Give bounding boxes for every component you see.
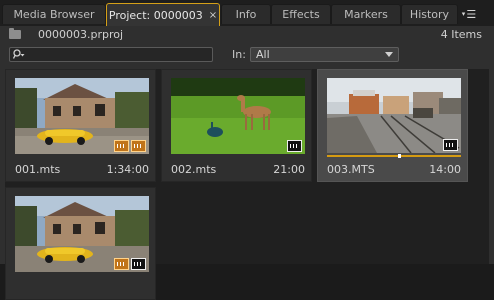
tab-media-browser[interactable]: Media Browser — [2, 4, 106, 24]
clip-duration: 14:00 — [429, 163, 461, 176]
search-input[interactable] — [9, 47, 213, 62]
tab-history[interactable]: History — [401, 4, 458, 24]
project-header: 0000003.prproj 4 Items — [0, 26, 494, 44]
tab-project[interactable]: Project: 0000003 × — [106, 3, 220, 26]
playhead-progress[interactable] — [327, 154, 461, 158]
clip-name: 003.MTS — [327, 163, 375, 176]
in-select-value: All — [256, 48, 270, 61]
clip-thumbnail — [327, 78, 461, 153]
in-filter-select[interactable]: All — [250, 47, 399, 62]
tab-label: History — [409, 8, 450, 21]
tab-markers[interactable]: Markers — [331, 4, 401, 24]
item-count: 4 Items — [440, 28, 482, 41]
clip-grid: 001.mts 1:34:00 002.mts 21:00 003.MTS 14… — [5, 69, 489, 300]
playhead-handle[interactable] — [398, 154, 401, 158]
audio-icon — [443, 139, 458, 151]
video-audio-icon — [114, 258, 129, 270]
chevron-down-icon — [385, 52, 393, 57]
clip-thumbnail — [15, 78, 149, 154]
tab-label: Effects — [282, 8, 320, 21]
audio-icon — [287, 140, 302, 152]
project-panel: 0000003.prproj 4 Items In: All 001.mts 1… — [0, 26, 494, 300]
audio-icon — [131, 258, 146, 270]
tab-info[interactable]: Info — [221, 4, 271, 24]
video-audio-icon — [114, 140, 129, 152]
tab-effects[interactable]: Effects — [271, 4, 331, 24]
tab-label: Info — [235, 8, 257, 21]
clip-thumbnail — [171, 78, 305, 154]
clip-tile-001[interactable]: 001.mts 1:34:00 — [5, 69, 156, 182]
clip-tile-004[interactable] — [5, 187, 156, 300]
audio-icon — [131, 140, 146, 152]
clip-name: 001.mts — [15, 163, 61, 176]
folder-icon — [9, 28, 21, 39]
project-file-name: 0000003.prproj — [38, 28, 124, 41]
tab-label: Project: 0000003 — [108, 8, 203, 22]
tab-label: Markers — [344, 8, 388, 21]
search-icon[interactable] — [13, 49, 25, 60]
clip-name: 002.mts — [171, 163, 217, 176]
panel-menu-icon[interactable]: ▾ ☰ — [460, 6, 478, 22]
close-icon[interactable]: × — [209, 10, 217, 21]
clip-tile-002[interactable]: 002.mts 21:00 — [161, 69, 312, 182]
tab-label: Media Browser — [13, 8, 95, 21]
panel-tab-bar: Media Browser Project: 0000003 × Info Ef… — [0, 0, 494, 27]
clip-thumbnail — [15, 196, 149, 272]
in-label: In: — [232, 48, 246, 61]
clip-duration: 21:00 — [273, 163, 305, 176]
clip-tile-003[interactable]: 003.MTS 14:00 — [317, 69, 468, 182]
clip-duration: 1:34:00 — [106, 163, 149, 176]
